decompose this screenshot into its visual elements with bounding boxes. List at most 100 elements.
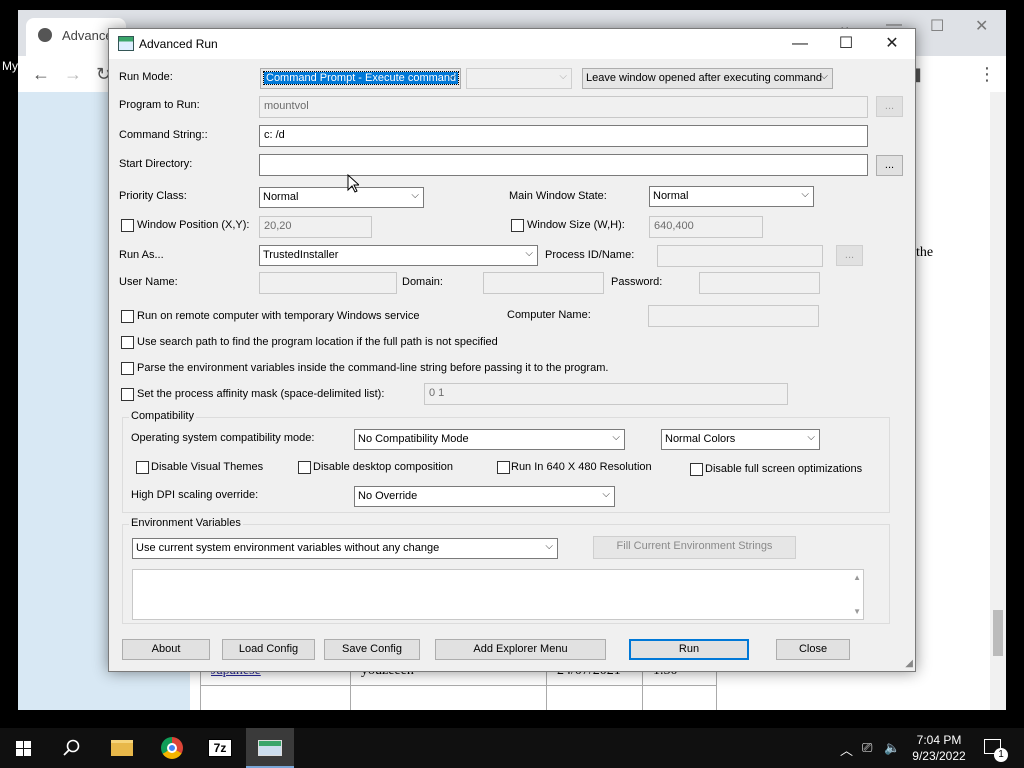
table-row	[200, 685, 717, 710]
program-browse-button[interactable]: ...	[876, 96, 903, 117]
show-hidden-icons-icon[interactable]: ︿	[840, 740, 853, 759]
affinity-checkbox[interactable]	[121, 388, 134, 401]
about-button[interactable]: About	[122, 639, 210, 660]
priority-class-label: Priority Class:	[119, 190, 187, 202]
environment-mode-select[interactable]: Use current system environment variables…	[132, 538, 558, 559]
start-directory-input[interactable]	[259, 154, 868, 176]
priority-class-select[interactable]: Normal ⌵	[259, 187, 424, 208]
chevron-down-icon: ⌵	[525, 248, 533, 259]
close-icon[interactable]: ✕	[975, 16, 988, 36]
maximize-icon[interactable]: ☐	[823, 29, 869, 59]
domain-input[interactable]	[483, 272, 604, 294]
dialog-title: Advanced Run	[139, 37, 218, 51]
dialog-titlebar[interactable]: Advanced Run — ☐ ✕	[109, 29, 915, 59]
program-to-run-input[interactable]: mountvol	[259, 96, 868, 118]
back-icon[interactable]: ←	[32, 64, 50, 85]
close-icon[interactable]: ✕	[869, 29, 915, 59]
environment-textarea[interactable]: ▲ ▼	[132, 569, 864, 620]
colors-select[interactable]: Normal Colors ⌵	[661, 429, 820, 450]
table-cell	[642, 685, 717, 710]
globe-icon	[38, 28, 52, 42]
chevron-down-icon: ⌵	[602, 489, 610, 500]
run-as-label: Run As...	[119, 249, 164, 261]
user-name-label: User Name:	[119, 276, 178, 288]
maximize-icon[interactable]: ☐	[930, 16, 944, 36]
run-button[interactable]: Run	[629, 639, 749, 660]
scrollbar-thumb[interactable]	[993, 610, 1003, 656]
os-compat-select[interactable]: No Compatibility Mode ⌵	[354, 429, 625, 450]
process-id-input[interactable]	[657, 245, 823, 267]
taskbar-clock[interactable]: 7:04 PM 9/23/2022	[906, 732, 972, 764]
environment-group-title: Environment Variables	[129, 517, 243, 529]
search-path-checkbox[interactable]	[121, 336, 134, 349]
scroll-down-icon[interactable]: ▼	[853, 607, 861, 616]
taskbar-chrome[interactable]	[148, 728, 196, 768]
advanced-run-app-icon	[258, 740, 282, 756]
disable-visual-themes-label: Disable Visual Themes	[151, 461, 264, 473]
forward-icon[interactable]: →	[64, 64, 82, 85]
window-size-input[interactable]: 640,400	[649, 216, 763, 238]
folder-icon	[111, 740, 133, 756]
close-button[interactable]: Close	[776, 639, 850, 660]
window-position-checkbox[interactable]	[121, 219, 134, 232]
run-640-checkbox[interactable]	[497, 461, 510, 474]
process-browse-button[interactable]: ...	[836, 245, 863, 266]
taskbar-7zip[interactable]: 7z	[196, 728, 244, 768]
resize-grip-icon[interactable]: ◢	[905, 658, 913, 669]
table-cell	[200, 685, 351, 710]
window-position-label: Window Position (X,Y):	[137, 219, 250, 231]
chevron-down-icon: ⌵	[411, 190, 419, 201]
parse-env-checkbox[interactable]	[121, 362, 134, 375]
process-id-label: Process ID/Name:	[545, 249, 635, 261]
run-mode-select[interactable]: Command Prompt - Execute command ⌵	[260, 68, 461, 89]
start-button[interactable]	[0, 728, 48, 768]
browser-tab-title: Advance	[62, 28, 113, 43]
user-name-input[interactable]	[259, 272, 397, 294]
compatibility-group-title: Compatibility	[129, 410, 196, 422]
main-window-state-label: Main Window State:	[509, 190, 607, 202]
clock-date: 9/23/2022	[912, 749, 966, 763]
command-string-input[interactable]: c: /d	[259, 125, 868, 147]
disable-desktop-composition-label: Disable desktop composition	[313, 461, 454, 473]
save-config-button[interactable]: Save Config	[324, 639, 420, 660]
taskbar: 7z ︿ ⎚ 🔈 7:04 PM 9/23/2022 1	[0, 728, 1024, 768]
remote-computer-checkbox[interactable]	[121, 310, 134, 323]
run-mode-secondary-select[interactable]: ⌵	[466, 68, 572, 89]
password-input[interactable]	[699, 272, 820, 294]
dpi-override-select[interactable]: No Override ⌵	[354, 486, 615, 507]
main-window-state-select[interactable]: Normal ⌵	[649, 186, 814, 207]
password-label: Password:	[611, 276, 663, 288]
mouse-cursor-icon	[347, 174, 359, 193]
scroll-up-icon[interactable]: ▲	[853, 573, 861, 582]
chrome-icon	[161, 737, 183, 759]
run-as-select[interactable]: TrustedInstaller ⌵	[259, 245, 538, 266]
disable-visual-themes-checkbox[interactable]	[136, 461, 149, 474]
page-scrollbar[interactable]	[990, 92, 1006, 710]
search-button[interactable]	[48, 728, 96, 768]
window-size-label: Window Size (W,H):	[527, 219, 625, 231]
load-config-button[interactable]: Load Config	[222, 639, 315, 660]
menu-kebab-icon[interactable]: ⋮	[978, 64, 996, 85]
run-640-label: Run In 640 X 480 Resolution	[511, 461, 652, 473]
volume-icon[interactable]: 🔈	[884, 740, 900, 756]
chevron-down-icon: ⌵	[612, 432, 620, 443]
window-option-select[interactable]: Leave window opened after executing comm…	[582, 68, 833, 89]
disable-fullscreen-opt-checkbox[interactable]	[690, 463, 703, 476]
taskbar-file-explorer[interactable]	[98, 728, 146, 768]
parse-env-label: Parse the environment variables inside t…	[137, 362, 609, 374]
affinity-input[interactable]: 0 1	[424, 383, 788, 405]
taskbar-advanced-run[interactable]	[246, 728, 294, 768]
window-position-input[interactable]: 20,20	[259, 216, 372, 238]
dpi-override-label: High DPI scaling override:	[131, 489, 259, 501]
computer-name-label: Computer Name:	[507, 309, 591, 321]
network-icon[interactable]: ⎚	[862, 740, 872, 756]
fill-environment-button[interactable]: Fill Current Environment Strings	[593, 536, 796, 559]
computer-name-input[interactable]	[648, 305, 819, 327]
start-directory-browse-button[interactable]: ...	[876, 155, 903, 176]
disable-desktop-composition-checkbox[interactable]	[298, 461, 311, 474]
window-size-checkbox[interactable]	[511, 219, 524, 232]
minimize-icon[interactable]: —	[777, 29, 823, 59]
add-explorer-menu-button[interactable]: Add Explorer Menu	[435, 639, 606, 660]
table-cell	[546, 685, 643, 710]
chevron-down-icon: ⌵	[820, 71, 828, 82]
